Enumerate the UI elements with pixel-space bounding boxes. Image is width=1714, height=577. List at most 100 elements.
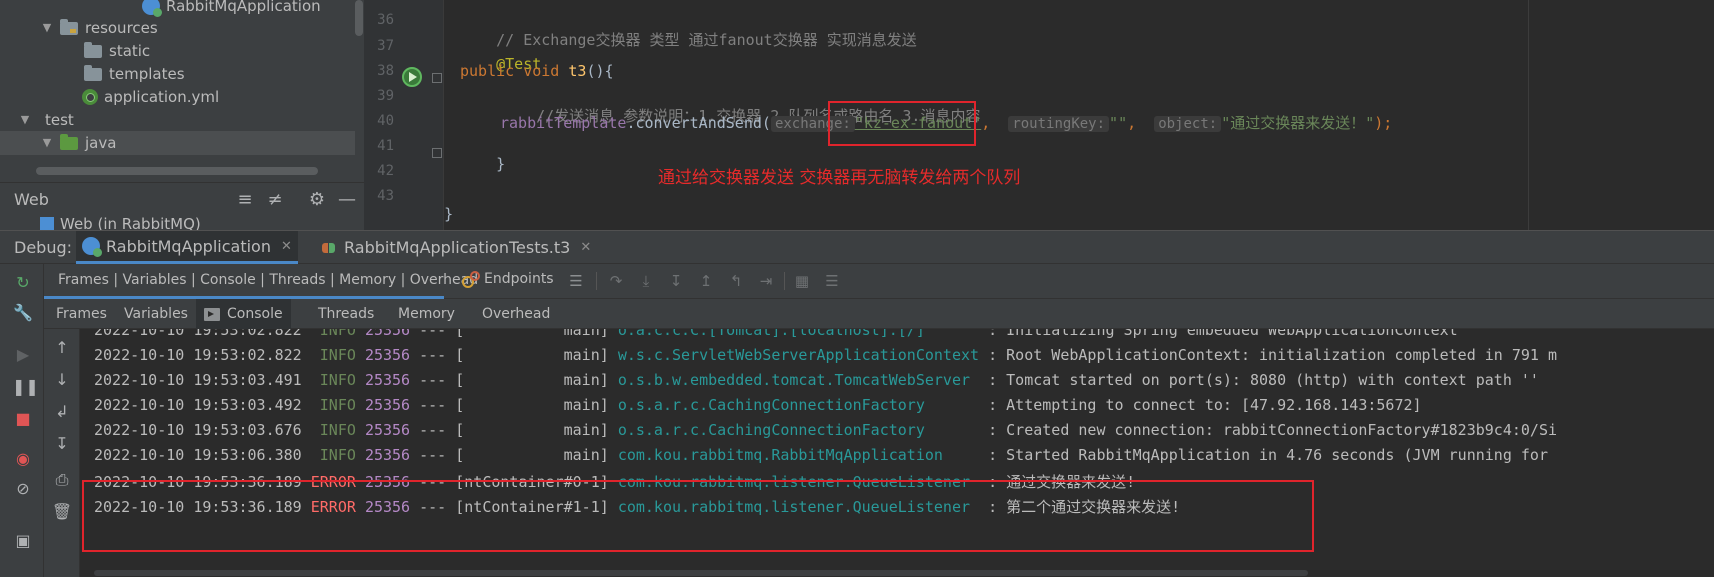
tree-item-resources[interactable]: ▼ resources: [40, 16, 158, 40]
debug-subtabs: Frames Variables Console Threads Memory …: [44, 299, 1714, 329]
expand-all-icon[interactable]: ≡: [232, 188, 258, 212]
log-timestamp: 2022-10-10 19:53:03.676: [94, 421, 302, 439]
line-number: 43: [377, 188, 394, 204]
pause-icon[interactable]: ❚❚: [12, 376, 39, 398]
services-panel: Web ≡ ≠ ⚙ — Web (in RabbitMQ): [0, 182, 364, 233]
stop-icon[interactable]: ■: [12, 408, 34, 430]
log-timestamp: 2022-10-10 19:53:02.822: [94, 329, 302, 339]
code-punct: (){: [586, 62, 614, 80]
run-to-cursor-icon[interactable]: ⇥: [754, 270, 778, 292]
line-number: 42: [377, 163, 394, 179]
mute-breakpoints-icon[interactable]: ⊘: [12, 478, 34, 500]
log-pid: 25356: [364, 421, 411, 439]
log-line: 2022-10-10 19:53:03.491 INFO 25356 --- […: [94, 371, 1539, 389]
log-pid: 25356: [364, 446, 411, 464]
code-brace: }: [496, 155, 506, 173]
log-logger: com.kou.rabbitmq.RabbitMqApplication: [617, 446, 980, 464]
drop-frame-icon[interactable]: ↰: [724, 270, 748, 292]
camera-icon[interactable]: ▣: [12, 530, 34, 552]
log-line: 2022-10-10 19:53:06.380 INFO 25356 --- […: [94, 446, 1548, 464]
tree-item-application-yml[interactable]: application.yml: [82, 85, 219, 109]
menu-icon[interactable]: ☰: [564, 270, 588, 292]
soft-wrap-icon[interactable]: ↲: [51, 401, 73, 423]
scroll-down-icon[interactable]: ↓: [51, 369, 73, 391]
debug-label: Debug:: [14, 238, 73, 257]
tree-item-templates[interactable]: templates: [84, 62, 185, 86]
fold-marker-icon[interactable]: [432, 73, 442, 83]
code-punct: ,: [1127, 114, 1137, 132]
services-title: Web: [14, 190, 49, 209]
toolbar-separator: [784, 272, 785, 290]
line-number: 39: [377, 88, 394, 104]
log-logger: w.s.c.ServletWebServerApplicationContext: [617, 346, 980, 364]
run-test-icon[interactable]: [402, 67, 422, 87]
exchange-highlight-box: [828, 101, 976, 146]
tree-item-label: static: [109, 42, 151, 60]
scroll-to-end-icon[interactable]: ↧: [51, 433, 73, 455]
test-class-icon: [322, 241, 336, 255]
close-icon[interactable]: ✕: [580, 231, 591, 264]
gear-icon[interactable]: ⚙: [304, 188, 330, 212]
fold-marker-icon[interactable]: [432, 148, 442, 158]
tree-item-rabbitmq-application[interactable]: RabbitMqApplication: [142, 0, 321, 18]
spring-app-icon: [82, 237, 102, 257]
chevron-down-icon[interactable]: ▼: [40, 131, 54, 155]
log-sep: ---: [419, 329, 447, 339]
layout-tabs-label[interactable]: Frames | Variables | Console | Threads |…: [58, 272, 478, 288]
code-field: rabbitTemplate: [500, 114, 627, 132]
tree-item-label: templates: [109, 65, 185, 83]
step-out-icon[interactable]: ↥: [694, 270, 718, 292]
trace-icon[interactable]: ☰: [820, 270, 844, 292]
console-output[interactable]: 2022-10-10 19:53:02.822 INFO 25356 --- […: [80, 329, 1714, 577]
tree-item-label: RabbitMqApplication: [166, 0, 321, 15]
resume-icon[interactable]: ▶: [12, 344, 34, 366]
endpoints-button[interactable]: Endpoints: [460, 270, 554, 288]
tab-frames[interactable]: Frames: [48, 299, 115, 329]
tab-overhead[interactable]: Overhead: [474, 299, 558, 329]
code-editor[interactable]: 36 37 38 39 40 41 42 43 // Exchange交换器 类…: [364, 0, 1714, 230]
log-line: 2022-10-10 19:53:02.822 INFO 25356 --- […: [94, 346, 1557, 364]
code-comment: // Exchange交换器 类型 通过fanout交换器 实现消息发送: [496, 31, 917, 49]
tab-console[interactable]: Console: [196, 299, 291, 329]
tab-rabbitmq-application-tests[interactable]: RabbitMqApplicationTests.t3 ✕: [316, 231, 597, 264]
tree-item-static[interactable]: static: [84, 39, 150, 63]
clear-all-icon[interactable]: 🗑: [51, 501, 73, 523]
show-execution-point-icon[interactable]: ↷: [604, 270, 628, 292]
line-number: 36: [377, 12, 394, 28]
minimize-icon[interactable]: —: [334, 188, 360, 212]
chevron-down-icon[interactable]: ▼: [40, 16, 54, 40]
wrench-icon[interactable]: 🔧: [12, 302, 34, 324]
tab-rabbitmq-application[interactable]: RabbitMqApplication ✕: [76, 231, 298, 264]
step-over-icon[interactable]: ⤓: [634, 270, 658, 292]
rerun-icon[interactable]: ↻: [12, 272, 34, 294]
code-line-38: public void t3(){: [460, 62, 614, 80]
right-margin-guide: [1528, 0, 1529, 230]
log-sep: ---: [419, 421, 447, 439]
scroll-up-icon[interactable]: ↑: [51, 337, 73, 359]
tree-item-test[interactable]: ▼ test: [18, 108, 74, 132]
resources-folder-icon: [60, 18, 78, 35]
collapse-all-icon[interactable]: ≠: [262, 188, 288, 212]
tree-item-java[interactable]: ▼ java: [0, 131, 355, 155]
horizontal-scrollbar[interactable]: [36, 167, 318, 175]
code-string-object: "通过交换器来发送！": [1221, 114, 1375, 132]
log-logger: o.s.a.r.c.CachingConnectionFactory: [617, 421, 980, 439]
tab-memory[interactable]: Memory: [390, 299, 463, 329]
view-breakpoints-icon[interactable]: ◉: [12, 448, 34, 470]
log-thread: [ main]: [455, 421, 609, 439]
step-into-icon[interactable]: ↧: [664, 270, 688, 292]
vertical-scrollbar[interactable]: [355, 0, 363, 36]
log-logger: o.a.c.c.C.[Tomcat].[localhost].[/]: [617, 329, 980, 339]
log-sep: ---: [419, 346, 447, 364]
evaluate-expression-icon[interactable]: ▦: [790, 270, 814, 292]
tab-variables[interactable]: Variables: [116, 299, 196, 329]
tab-threads[interactable]: Threads: [310, 299, 382, 329]
annotation-note: 通过给交换器发送 交换器再无脑转发给两个队列: [658, 168, 1021, 188]
print-icon[interactable]: ⎙: [51, 469, 73, 491]
chevron-down-icon[interactable]: ▼: [18, 108, 32, 132]
code-line-41: }: [460, 137, 505, 191]
tab-label: Frames: [56, 306, 107, 322]
horizontal-scrollbar[interactable]: [94, 570, 1308, 576]
tab-label: Variables: [124, 306, 188, 322]
close-icon[interactable]: ✕: [281, 230, 292, 263]
